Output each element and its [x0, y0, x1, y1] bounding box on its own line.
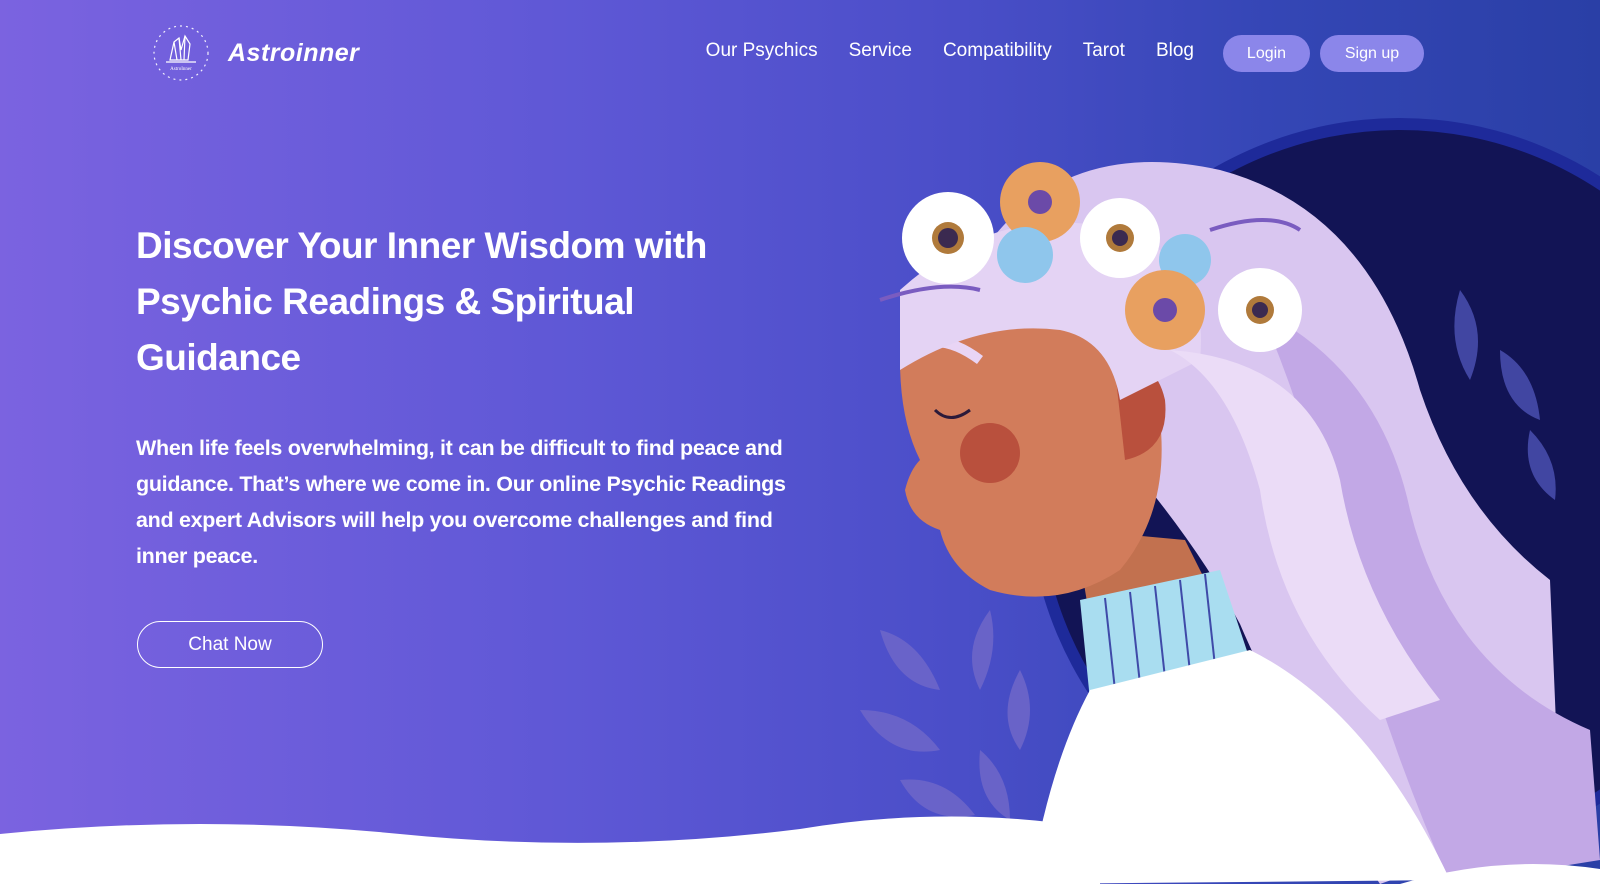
site-header: AstroInner Astroinner Our Psychics Servi… — [0, 0, 1600, 106]
logo[interactable]: AstroInner Astroinner — [148, 20, 359, 86]
hero-title: Discover Your Inner Wisdom with Psychic … — [136, 225, 707, 378]
chat-now-button[interactable]: Chat Now — [137, 621, 323, 668]
nav-item-compatibility[interactable]: Compatibility — [943, 40, 1052, 62]
crystal-cluster-icon: AstroInner — [153, 25, 209, 81]
bottom-wave — [0, 816, 1600, 884]
login-button[interactable]: Login — [1223, 35, 1310, 72]
hero-illustration — [860, 118, 1600, 884]
nav-item-tarot[interactable]: Tarot — [1083, 40, 1125, 62]
nav-item-blog[interactable]: Blog — [1156, 40, 1194, 62]
brand-name: Astroinner — [228, 38, 360, 67]
nav-item-our-psychics[interactable]: Our Psychics — [706, 40, 818, 62]
landing-page: AstroInner Astroinner Our Psychics Servi… — [0, 0, 1600, 884]
main-nav: Our Psychics Service Compatibility Tarot… — [706, 40, 1194, 62]
hero-description: When life feels overwhelming, it can be … — [136, 436, 786, 568]
signup-button[interactable]: Sign up — [1320, 35, 1424, 72]
auth-buttons: Login Sign up — [1223, 35, 1424, 72]
nav-item-service[interactable]: Service — [849, 40, 912, 62]
logo-caption: AstroInner — [170, 67, 192, 72]
